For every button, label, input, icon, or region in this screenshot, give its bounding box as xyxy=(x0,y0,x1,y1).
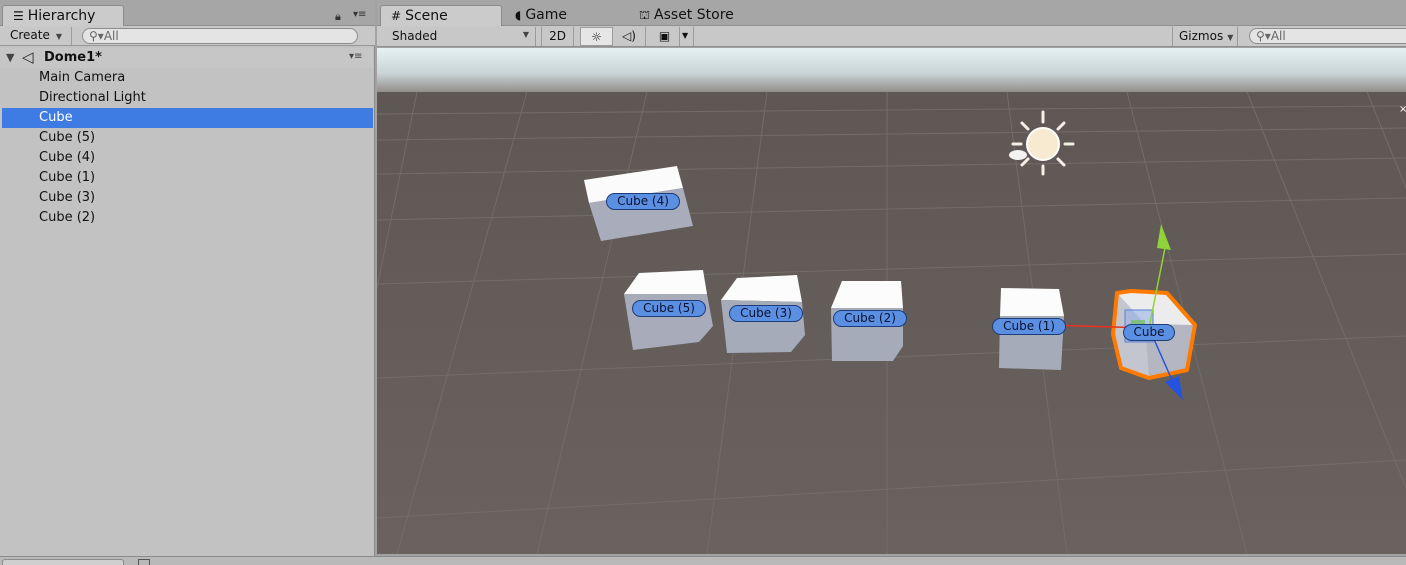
scene-search-placeholder: All xyxy=(1270,29,1286,43)
tab-scene[interactable]: # Scene xyxy=(380,5,502,26)
hierarchy-item-cube[interactable]: Cube xyxy=(2,108,373,128)
hierarchy-search-input[interactable]: ⚲▾All xyxy=(82,28,358,44)
tab-hierarchy-label: Hierarchy xyxy=(27,8,96,24)
bottom-tab[interactable] xyxy=(2,559,124,565)
2d-toggle-button[interactable]: 2D xyxy=(541,27,574,46)
cube-2-label[interactable]: Cube (2) xyxy=(833,310,907,327)
cube-1-label[interactable]: Cube (1) xyxy=(992,318,1066,335)
sun-icon: ☼ xyxy=(591,30,602,44)
cube-3-label[interactable]: Cube (3) xyxy=(729,305,803,322)
tab-game[interactable]: ◖ Game xyxy=(505,5,577,26)
create-dropdown-label: Create xyxy=(10,28,50,42)
tab-game-label: Game xyxy=(525,7,568,23)
pacman-icon: ◖ xyxy=(515,8,522,22)
hierarchy-search-placeholder: All xyxy=(103,29,119,43)
tab-asset-store[interactable]: ⛫ Asset Store xyxy=(629,5,744,26)
draw-mode-dropdown[interactable]: Shaded ▼ xyxy=(386,27,536,46)
hierarchy-item-cube-3[interactable]: Cube (3) xyxy=(2,188,373,208)
hierarchy-item-cube-4[interactable]: Cube (4) xyxy=(2,148,373,168)
hierarchy-item-cube-2[interactable]: Cube (2) xyxy=(2,208,373,228)
create-dropdown[interactable]: Create ▼ xyxy=(4,27,72,45)
scene-search-input[interactable]: ⚲▾All xyxy=(1249,28,1406,44)
search-icon: ⚲▾ xyxy=(1256,29,1271,43)
lock-icon[interactable]: 🔒︎ xyxy=(335,10,341,24)
hierarchy-item-main-camera[interactable]: Main Camera xyxy=(2,68,373,88)
shopping-bag-icon: ⛫ xyxy=(639,8,651,22)
caret-down-icon: ▼ xyxy=(55,32,63,41)
scene-panel: # Scene ◖ Game ⛫ Asset Store Shaded ▼ 2D ☼ ◁… xyxy=(377,0,1406,556)
speaker-icon: ◁) xyxy=(622,29,636,43)
tab-hierarchy[interactable]: ☰ Hierarchy xyxy=(2,5,124,26)
scene-render: × xyxy=(377,48,1406,554)
scene-toolbar: Shaded ▼ 2D ☼ ◁) ▣ ▼ Gizmos ▼ ⚲▾All xyxy=(377,26,1406,47)
caret-down-icon: ▼ xyxy=(522,30,529,39)
panel-menu-icon[interactable]: ▾≡ xyxy=(353,9,366,20)
expand-arrow-icon[interactable]: ▼ xyxy=(6,51,14,64)
unity-editor: ☰ Hierarchy 🔒︎ ▾≡ Create ▼ ⚲▾All ▼ ◁ Dome1… xyxy=(0,0,1406,565)
scene-options-icon[interactable]: ▾≡ xyxy=(349,51,362,62)
lighting-toggle-button[interactable]: ☼ xyxy=(580,27,613,46)
hierarchy-panel: ☰ Hierarchy 🔒︎ ▾≡ Create ▼ ⚲▾All ▼ ◁ Dome1… xyxy=(0,0,375,556)
effects-toggle-button[interactable]: ▣ xyxy=(650,27,680,46)
list-icon: ☰ xyxy=(13,9,24,23)
scene-name: Dome1* xyxy=(44,50,102,65)
hierarchy-tab-bar: ☰ Hierarchy 🔒︎ ▾≡ xyxy=(0,0,375,26)
gizmos-dropdown[interactable]: Gizmos ▼ xyxy=(1172,27,1238,46)
hierarchy-item-cube-5[interactable]: Cube (5) xyxy=(2,128,373,148)
draw-mode-label: Shaded xyxy=(392,29,438,43)
audio-toggle-button[interactable]: ◁) xyxy=(613,27,646,46)
gizmos-label: Gizmos xyxy=(1179,29,1224,43)
caret-down-icon: ▼ xyxy=(1227,33,1234,42)
image-icon: ▣ xyxy=(658,29,671,43)
caret-down-icon: ▼ xyxy=(682,31,689,40)
effects-dropdown[interactable]: ▼ xyxy=(680,27,694,46)
viewport-edge-marker: × xyxy=(1399,104,1406,115)
scene-root-row[interactable]: ▼ ◁ Dome1* ▾≡ xyxy=(0,48,373,68)
hierarchy-toolbar: Create ▼ ⚲▾All xyxy=(0,26,375,46)
cube-label[interactable]: Cube xyxy=(1123,324,1175,341)
tab-asset-store-label: Asset Store xyxy=(654,7,734,23)
search-icon: ⚲▾ xyxy=(89,29,104,43)
scene-viewport[interactable]: × Cube (4) Cube (5) Cube (3) Cube (2) Cu… xyxy=(377,48,1406,554)
cube-4-label[interactable]: Cube (4) xyxy=(606,193,680,210)
folder-icon xyxy=(138,559,150,565)
cube-5-label[interactable]: Cube (5) xyxy=(632,300,706,317)
grid-icon: # xyxy=(391,9,402,23)
scene-tab-bar: # Scene ◖ Game ⛫ Asset Store xyxy=(377,0,1406,26)
tab-scene-label: Scene xyxy=(405,8,448,24)
hierarchy-item-cube-1[interactable]: Cube (1) xyxy=(2,168,373,188)
hierarchy-item-directional-light[interactable]: Directional Light xyxy=(2,88,373,108)
unity-scene-icon: ◁ xyxy=(22,48,34,66)
sky xyxy=(377,48,1406,94)
bottom-panel-strip xyxy=(0,556,1406,565)
